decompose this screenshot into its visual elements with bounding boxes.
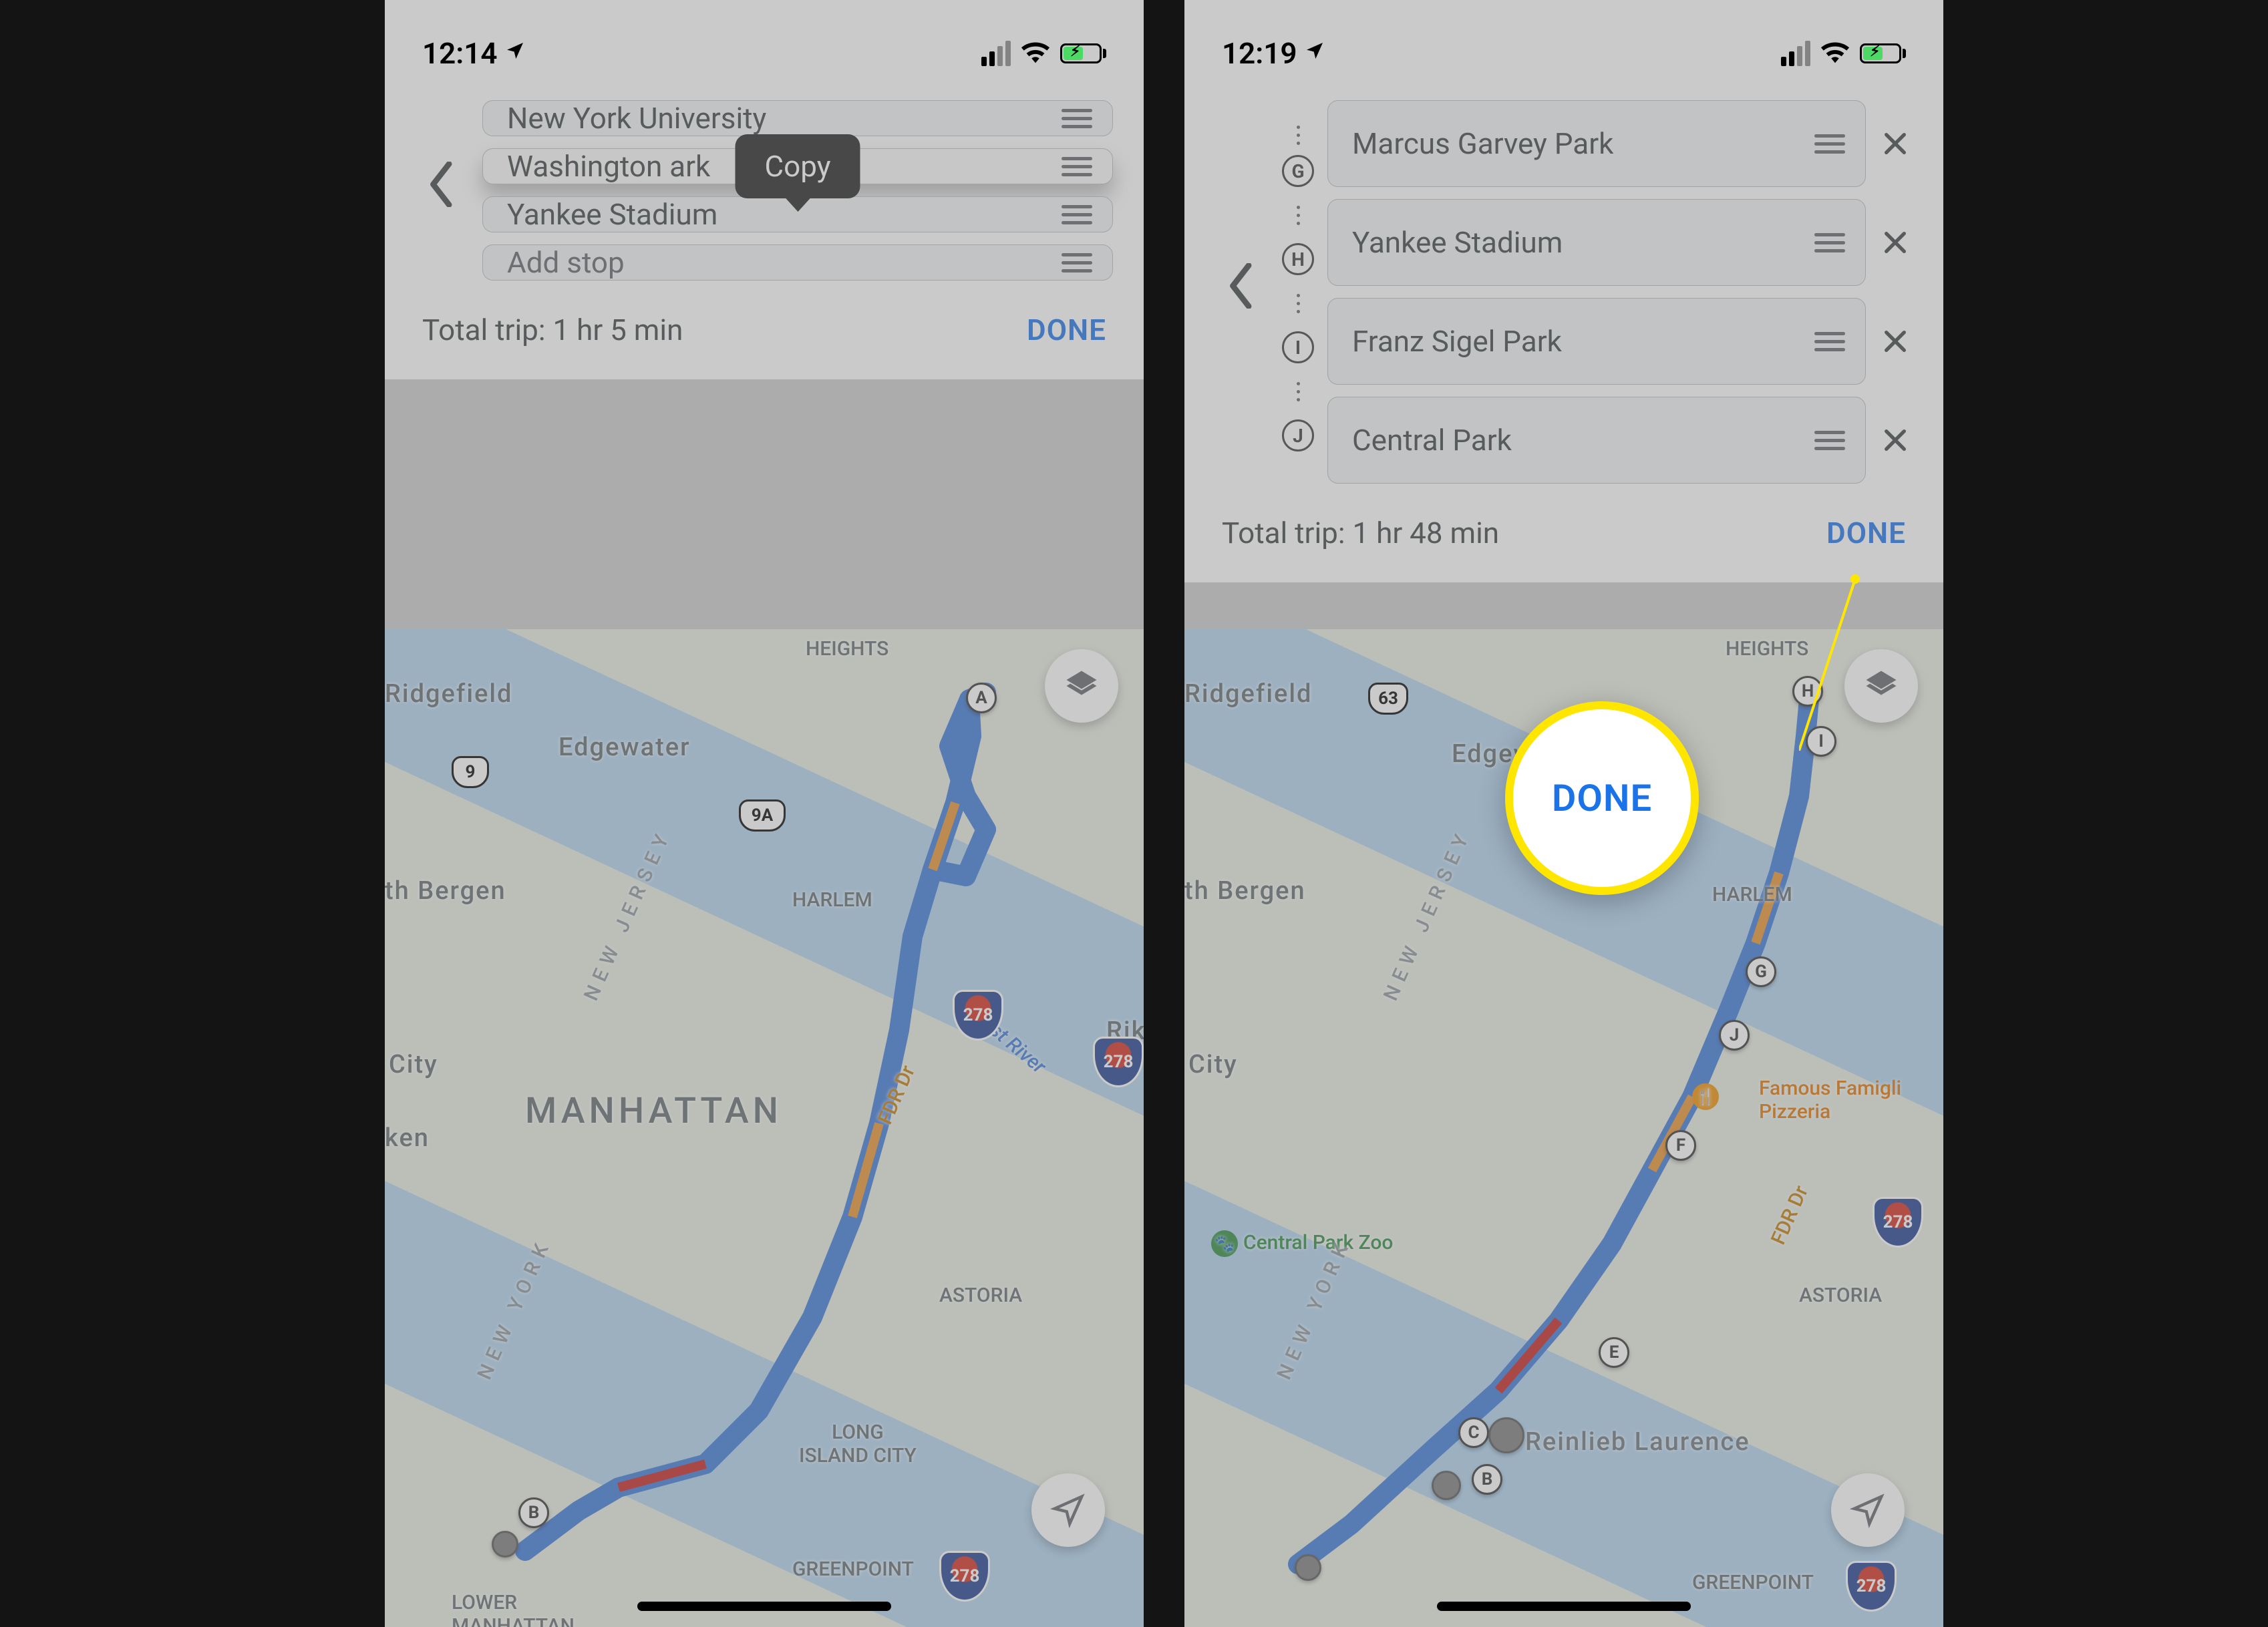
status-bar: 12:19 ⚡︎ (1184, 0, 1943, 87)
done-callout-highlight: DONE (1505, 701, 1699, 895)
screenshot-left: New York University Washington ark Copy … (385, 0, 1144, 1627)
location-arrow-icon (504, 39, 526, 67)
done-callout-label: DONE (1552, 776, 1652, 820)
callout-anchor-dot (1850, 574, 1860, 584)
home-indicator[interactable] (637, 1602, 891, 1611)
status-bar: 12:14 ⚡︎ (385, 0, 1144, 87)
status-time: 12:19 (1222, 36, 1297, 71)
status-time: 12:14 (422, 36, 498, 71)
home-indicator[interactable] (1437, 1602, 1691, 1611)
location-arrow-icon (1304, 39, 1325, 67)
battery-icon: ⚡︎ (1860, 43, 1906, 63)
screenshot-right: G H I J Marcus Garvey Park (1184, 0, 1943, 1627)
wifi-icon (1820, 36, 1850, 71)
battery-icon: ⚡︎ (1060, 43, 1106, 63)
modal-scrim (385, 0, 1144, 1627)
signal-icon (981, 41, 1011, 66)
signal-icon (1781, 41, 1810, 66)
wifi-icon (1020, 36, 1051, 71)
